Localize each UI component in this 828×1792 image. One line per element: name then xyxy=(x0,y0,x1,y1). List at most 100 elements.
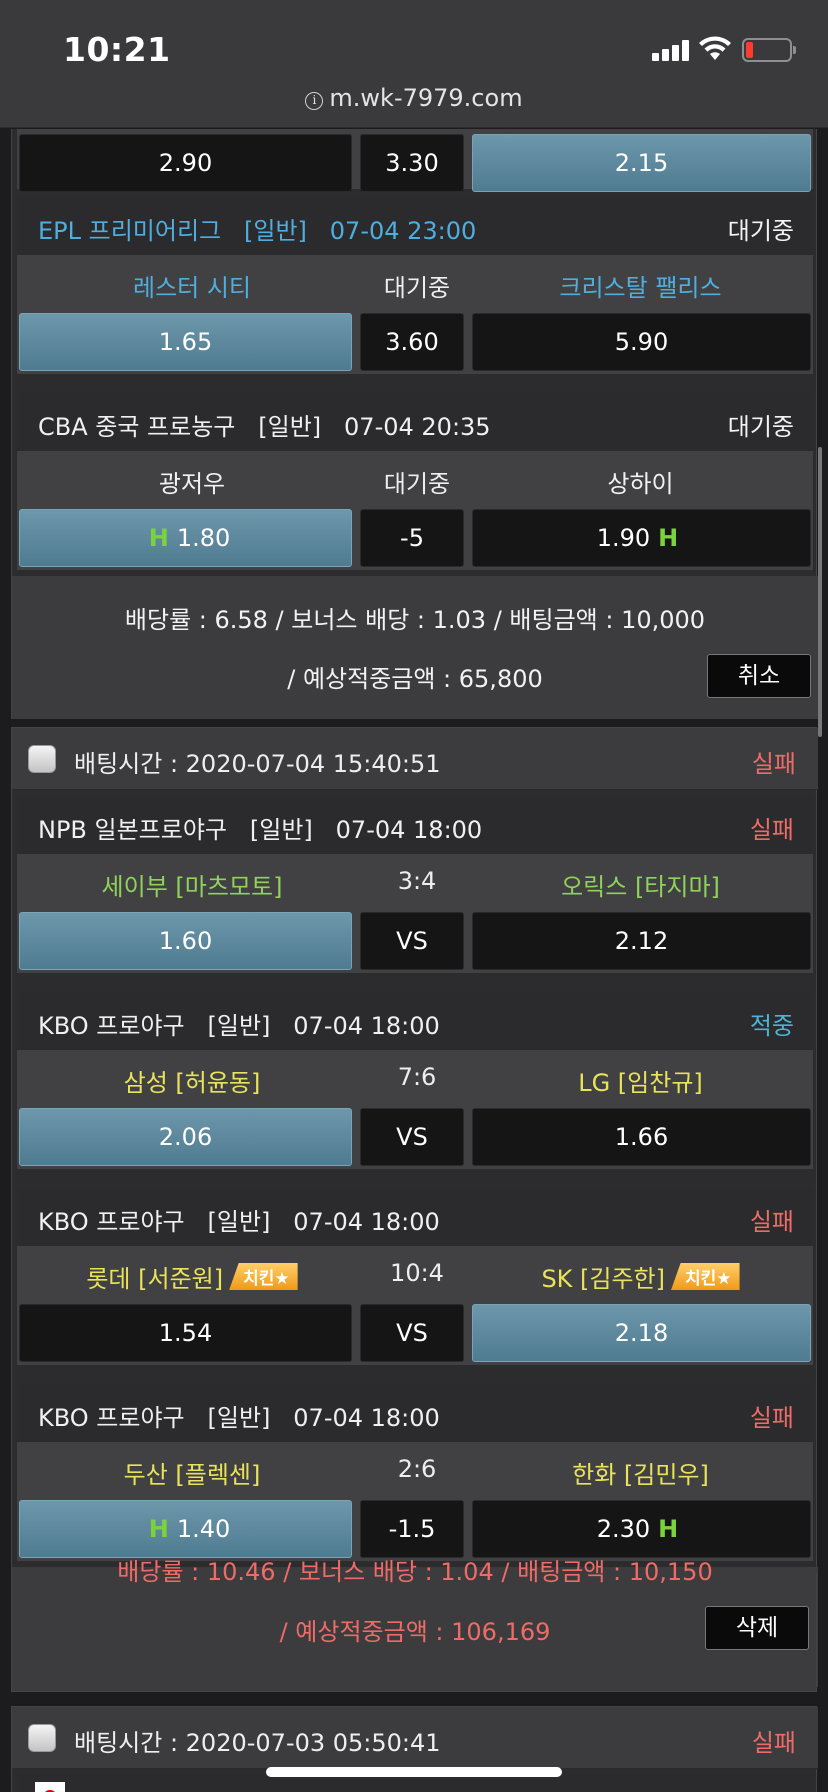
odd-home-button[interactable]: 1.60 xyxy=(19,912,352,970)
scrollbar[interactable] xyxy=(818,447,822,737)
summary-odds-line: 배당률 : 10.46 / 보너스 배당 : 1.04 / 배팅금액 : 10,… xyxy=(117,1558,713,1586)
league-label: KBO 프로야구 [일반] 07-04 18:00 xyxy=(38,1404,440,1432)
home-team: 롯데 [서준원] 치킨★ xyxy=(17,1259,367,1294)
score: 2:6 xyxy=(397,1455,437,1483)
team-row: 레스터 시티 대기중 크리스탈 팰리스 xyxy=(17,255,813,312)
score: 7:6 xyxy=(397,1063,437,1091)
odd-draw-button[interactable]: 3.60 xyxy=(360,313,464,371)
cellular-signal-icon xyxy=(652,39,692,61)
summary-odds-line: 배당률 : 6.58 / 보너스 배당 : 1.03 / 배팅금액 : 10,0… xyxy=(124,606,706,634)
odd-value: 1.90 xyxy=(596,524,651,552)
odds-row: 1.54 VS 2.18 xyxy=(17,1303,813,1365)
info-icon: i xyxy=(305,92,324,110)
game-status: 대기중 xyxy=(727,413,794,441)
odds-row: 2.90 3.30 2.15 xyxy=(17,129,813,192)
score: 대기중 xyxy=(383,470,451,498)
team-row: 삼성 [허윤동] 7:6 LG [임찬규] xyxy=(17,1050,813,1107)
odd-away-button[interactable]: 1.90 H xyxy=(472,509,811,567)
home-team: 삼성 [허윤동] xyxy=(123,1069,261,1097)
odd-draw-button[interactable]: -5 xyxy=(360,509,464,567)
league-label: KBO 프로야구 [일반] 07-04 18:00 xyxy=(38,1208,440,1236)
league-label: NPB 일본프로야구 [일반] 07-04 18:00 xyxy=(38,816,483,844)
odd-home-button[interactable]: H 1.40 xyxy=(19,1500,352,1558)
odd-home-button[interactable]: 2.06 xyxy=(19,1108,352,1166)
score: 10:4 xyxy=(390,1259,444,1287)
summary-expected-win: / 예상적중금액 : 65,800 xyxy=(287,665,543,693)
away-team: SK [김주한] 치킨★ xyxy=(468,1259,813,1294)
bet-slip: 2.90 3.30 2.15 EPL 프리미어리그 [일반] 07-04 23:… xyxy=(11,129,818,719)
clock: 10:21 xyxy=(63,30,171,69)
select-checkbox[interactable] xyxy=(28,1724,56,1752)
game-status: 적중 xyxy=(749,1012,794,1040)
game-status: 실패 xyxy=(749,816,794,844)
game-status: 실패 xyxy=(749,1208,794,1236)
bet-history-list[interactable]: 2.90 3.30 2.15 EPL 프리미어리그 [일반] 07-04 23:… xyxy=(0,129,828,1792)
team-row: 롯데 [서준원] 치킨★ 10:4 SK [김주한] 치킨★ xyxy=(17,1246,813,1303)
vs-label: VS xyxy=(360,1304,464,1362)
odd-away-button[interactable]: 1.66 xyxy=(472,1108,811,1166)
odd-draw-button[interactable]: 3.30 xyxy=(360,134,464,192)
cancel-button[interactable]: 취소 xyxy=(707,654,811,698)
away-team: 한화 [김민우] xyxy=(572,1461,709,1489)
bet-time: 배팅시간 : 2020-07-03 05:50:41 xyxy=(74,1729,441,1757)
away-team: 오릭스 [타지마] xyxy=(561,873,720,901)
home-team-name: 롯데 [서준원] xyxy=(86,1265,224,1293)
game-row: NPB 일본프로야구 [일반] 07-04 18:00 실패 세이부 [마츠모토… xyxy=(17,795,813,973)
handicap-icon: H xyxy=(148,524,169,552)
wifi-icon xyxy=(699,36,731,60)
bet-status: 실패 xyxy=(751,750,796,778)
home-team: 광저우 xyxy=(158,470,226,498)
away-team-name: SK [김주한] xyxy=(541,1265,666,1293)
away-team: 상하이 xyxy=(607,470,674,498)
bet-time: 배팅시간 : 2020-07-04 15:40:51 xyxy=(74,750,441,778)
bet-slip: 배팅시간 : 2020-07-03 05:50:41 실패 xyxy=(11,1706,818,1792)
away-team: 크리스탈 팰리스 xyxy=(559,274,722,302)
bet-summary-panel: 배당률 : 10.46 / 보너스 배당 : 1.04 / 배팅금액 : 10,… xyxy=(11,1558,817,1692)
game-row: KBO 프로야구 [일반] 07-04 18:00 실패 롯데 [서준원] 치킨★… xyxy=(17,1187,813,1365)
home-team: 레스터 시티 xyxy=(132,274,252,302)
game-row: EPL 프리미어리그 [일반] 07-04 23:00 대기중 레스터 시티 대… xyxy=(17,196,813,374)
league-label: CBA 중국 프로농구 [일반] 07-04 20:35 xyxy=(38,413,491,441)
chicken-badge: 치킨★ xyxy=(671,1263,740,1290)
chicken-badge: 치킨★ xyxy=(229,1263,298,1290)
vs-label: VS xyxy=(360,1108,464,1166)
odd-away-button[interactable]: 5.90 xyxy=(472,313,811,371)
select-checkbox[interactable] xyxy=(28,745,56,773)
odd-away-button[interactable]: 2.30 H xyxy=(472,1500,811,1558)
odd-home-button[interactable]: 1.65 xyxy=(19,313,352,371)
odd-home-button[interactable]: 1.54 xyxy=(19,1304,352,1362)
game-row: CBA 중국 프로농구 [일반] 07-04 20:35 대기중 광저우 대기중… xyxy=(17,392,813,570)
odd-value: 2.30 xyxy=(596,1515,651,1543)
battery-icon xyxy=(742,38,796,62)
handicap-icon: H xyxy=(148,1515,169,1543)
home-indicator[interactable] xyxy=(266,1767,562,1777)
vs-label: VS xyxy=(360,912,464,970)
bet-summary: 배당률 : 6.58 / 보너스 배당 : 1.03 / 배팅금액 : 10,0… xyxy=(12,576,818,719)
summary-expected-win: / 예상적중금액 : 106,169 xyxy=(279,1618,551,1646)
team-row: 광저우 대기중 상하이 xyxy=(17,451,813,508)
odds-row: H 1.80 -5 1.90 H xyxy=(17,508,813,570)
odd-value: 1.80 xyxy=(176,524,231,552)
address-bar[interactable]: i m.wk-7979.com xyxy=(0,84,828,112)
handicap-line: -1.5 xyxy=(360,1500,464,1558)
odd-away-button[interactable]: 2.18 xyxy=(472,1304,811,1362)
game-header: KBO 프로야구 [일반] 07-04 18:00 실패 xyxy=(17,1187,813,1246)
game-status: 실패 xyxy=(749,1404,794,1432)
team-row: 두산 [플렉센] 2:6 한화 [김민우] xyxy=(17,1442,813,1499)
bet-slip-header: 배팅시간 : 2020-07-03 05:50:41 실패 xyxy=(12,1707,818,1769)
game-row: KBO 프로야구 [일반] 07-04 18:00 적중 삼성 [허윤동] 7:… xyxy=(17,991,813,1169)
score: 대기중 xyxy=(383,274,451,302)
game-header: KBO 프로야구 [일반] 07-04 18:00 실패 xyxy=(17,1383,813,1442)
url-text: m.wk-7979.com xyxy=(329,84,523,112)
handicap-icon: H xyxy=(658,524,679,552)
odd-away-button[interactable]: 2.15 xyxy=(472,134,811,192)
game-header: KBO 프로야구 [일반] 07-04 18:00 적중 xyxy=(17,991,813,1050)
odd-home-button[interactable]: 2.90 xyxy=(19,134,352,192)
game-header: CBA 중국 프로농구 [일반] 07-04 20:35 대기중 xyxy=(17,392,813,451)
score: 3:4 xyxy=(397,867,437,895)
odd-away-button[interactable]: 2.12 xyxy=(472,912,811,970)
delete-button[interactable]: 삭제 xyxy=(705,1606,809,1650)
odds-row: 1.60 VS 2.12 xyxy=(17,911,813,973)
odd-home-button[interactable]: H 1.80 xyxy=(19,509,352,567)
game-header: EPL 프리미어리그 [일반] 07-04 23:00 대기중 xyxy=(17,196,813,255)
